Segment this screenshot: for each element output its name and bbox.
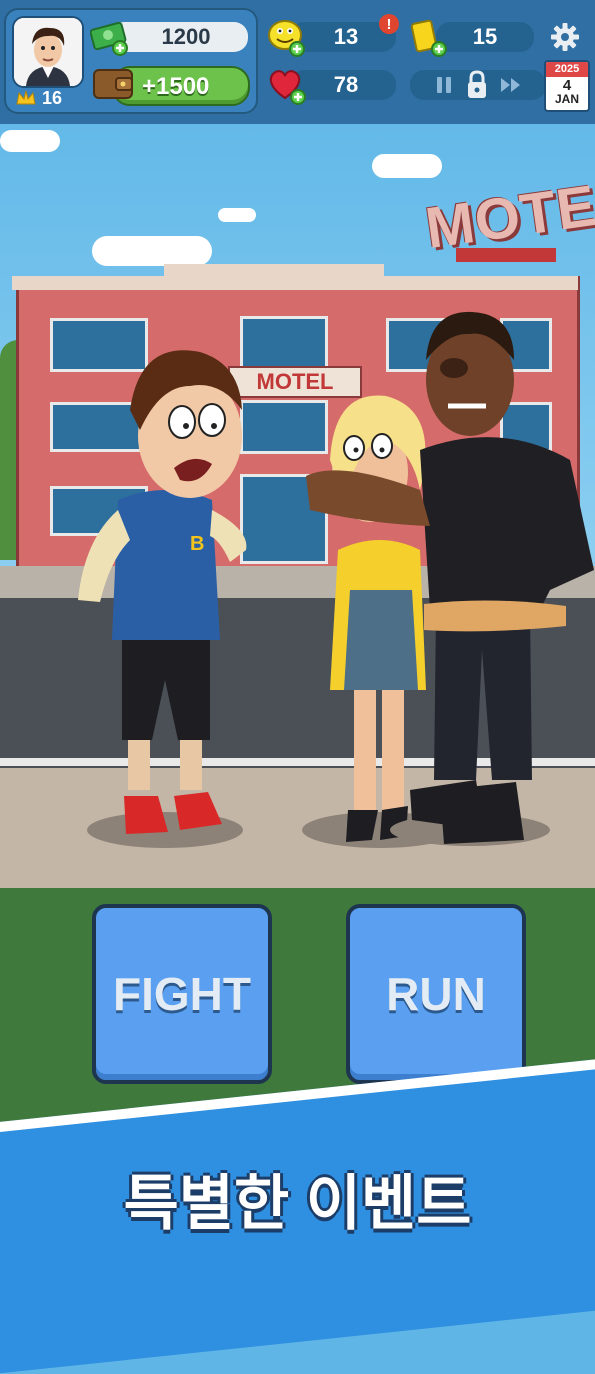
pause-icon <box>437 77 451 93</box>
pause-button[interactable] <box>432 72 456 98</box>
energy-add-button[interactable] <box>266 18 306 58</box>
gear-icon <box>551 23 579 51</box>
wallet-icon <box>92 64 136 104</box>
tickets-add-button[interactable] <box>408 18 448 58</box>
settings-button[interactable] <box>548 20 582 54</box>
level-value: 16 <box>42 87 63 108</box>
player-avatar[interactable] <box>12 16 84 88</box>
smiley-energy-icon <box>268 20 305 57</box>
alert-mark: ! <box>386 15 392 33</box>
promo-banner-text: 특별한 이벤트 <box>123 1170 472 1237</box>
fight-label: FIGHT <box>113 968 251 1020</box>
energy-value: 13 <box>333 24 359 49</box>
cash-value: 1200 <box>161 24 211 49</box>
run-button[interactable]: RUN <box>346 904 526 1084</box>
energy-alert-badge: ! <box>379 14 399 34</box>
health-add-button[interactable] <box>266 64 308 106</box>
tickets-counter: 15 <box>436 22 534 52</box>
sign-base <box>456 248 556 262</box>
fast-forward-button[interactable] <box>498 72 524 98</box>
cash-add-button[interactable] <box>90 18 130 56</box>
cloud <box>372 154 442 178</box>
cloud <box>0 130 60 152</box>
tickets-value: 15 <box>472 24 498 49</box>
calendar-day: 4 <box>562 77 572 94</box>
crown-icon <box>16 90 36 105</box>
cash-counter: 1200 <box>110 22 248 52</box>
calendar-year: 2025 <box>546 62 588 77</box>
calendar-month: JAN <box>554 92 579 106</box>
run-label: RUN <box>386 968 486 1020</box>
thug-character <box>306 311 594 846</box>
cloud <box>92 236 212 266</box>
player-character: B <box>78 350 247 848</box>
ticket-icon <box>410 19 447 57</box>
lock-icon <box>464 68 490 102</box>
building-roofline <box>12 276 578 290</box>
heart-icon <box>269 70 306 105</box>
jacket-letter: B <box>190 533 204 555</box>
fight-button[interactable]: FIGHT <box>92 904 272 1084</box>
cash-icon <box>90 21 128 56</box>
avatar-portrait <box>14 18 82 86</box>
cloud <box>218 208 256 222</box>
building-roof-step <box>164 264 384 278</box>
wallet-value: +1500 <box>142 73 210 100</box>
level-indicator: 16 <box>16 86 62 110</box>
calendar-widget[interactable]: 2025 4 JAN <box>544 60 590 112</box>
health-value: 78 <box>333 72 359 97</box>
fast-forward-icon <box>501 78 520 92</box>
